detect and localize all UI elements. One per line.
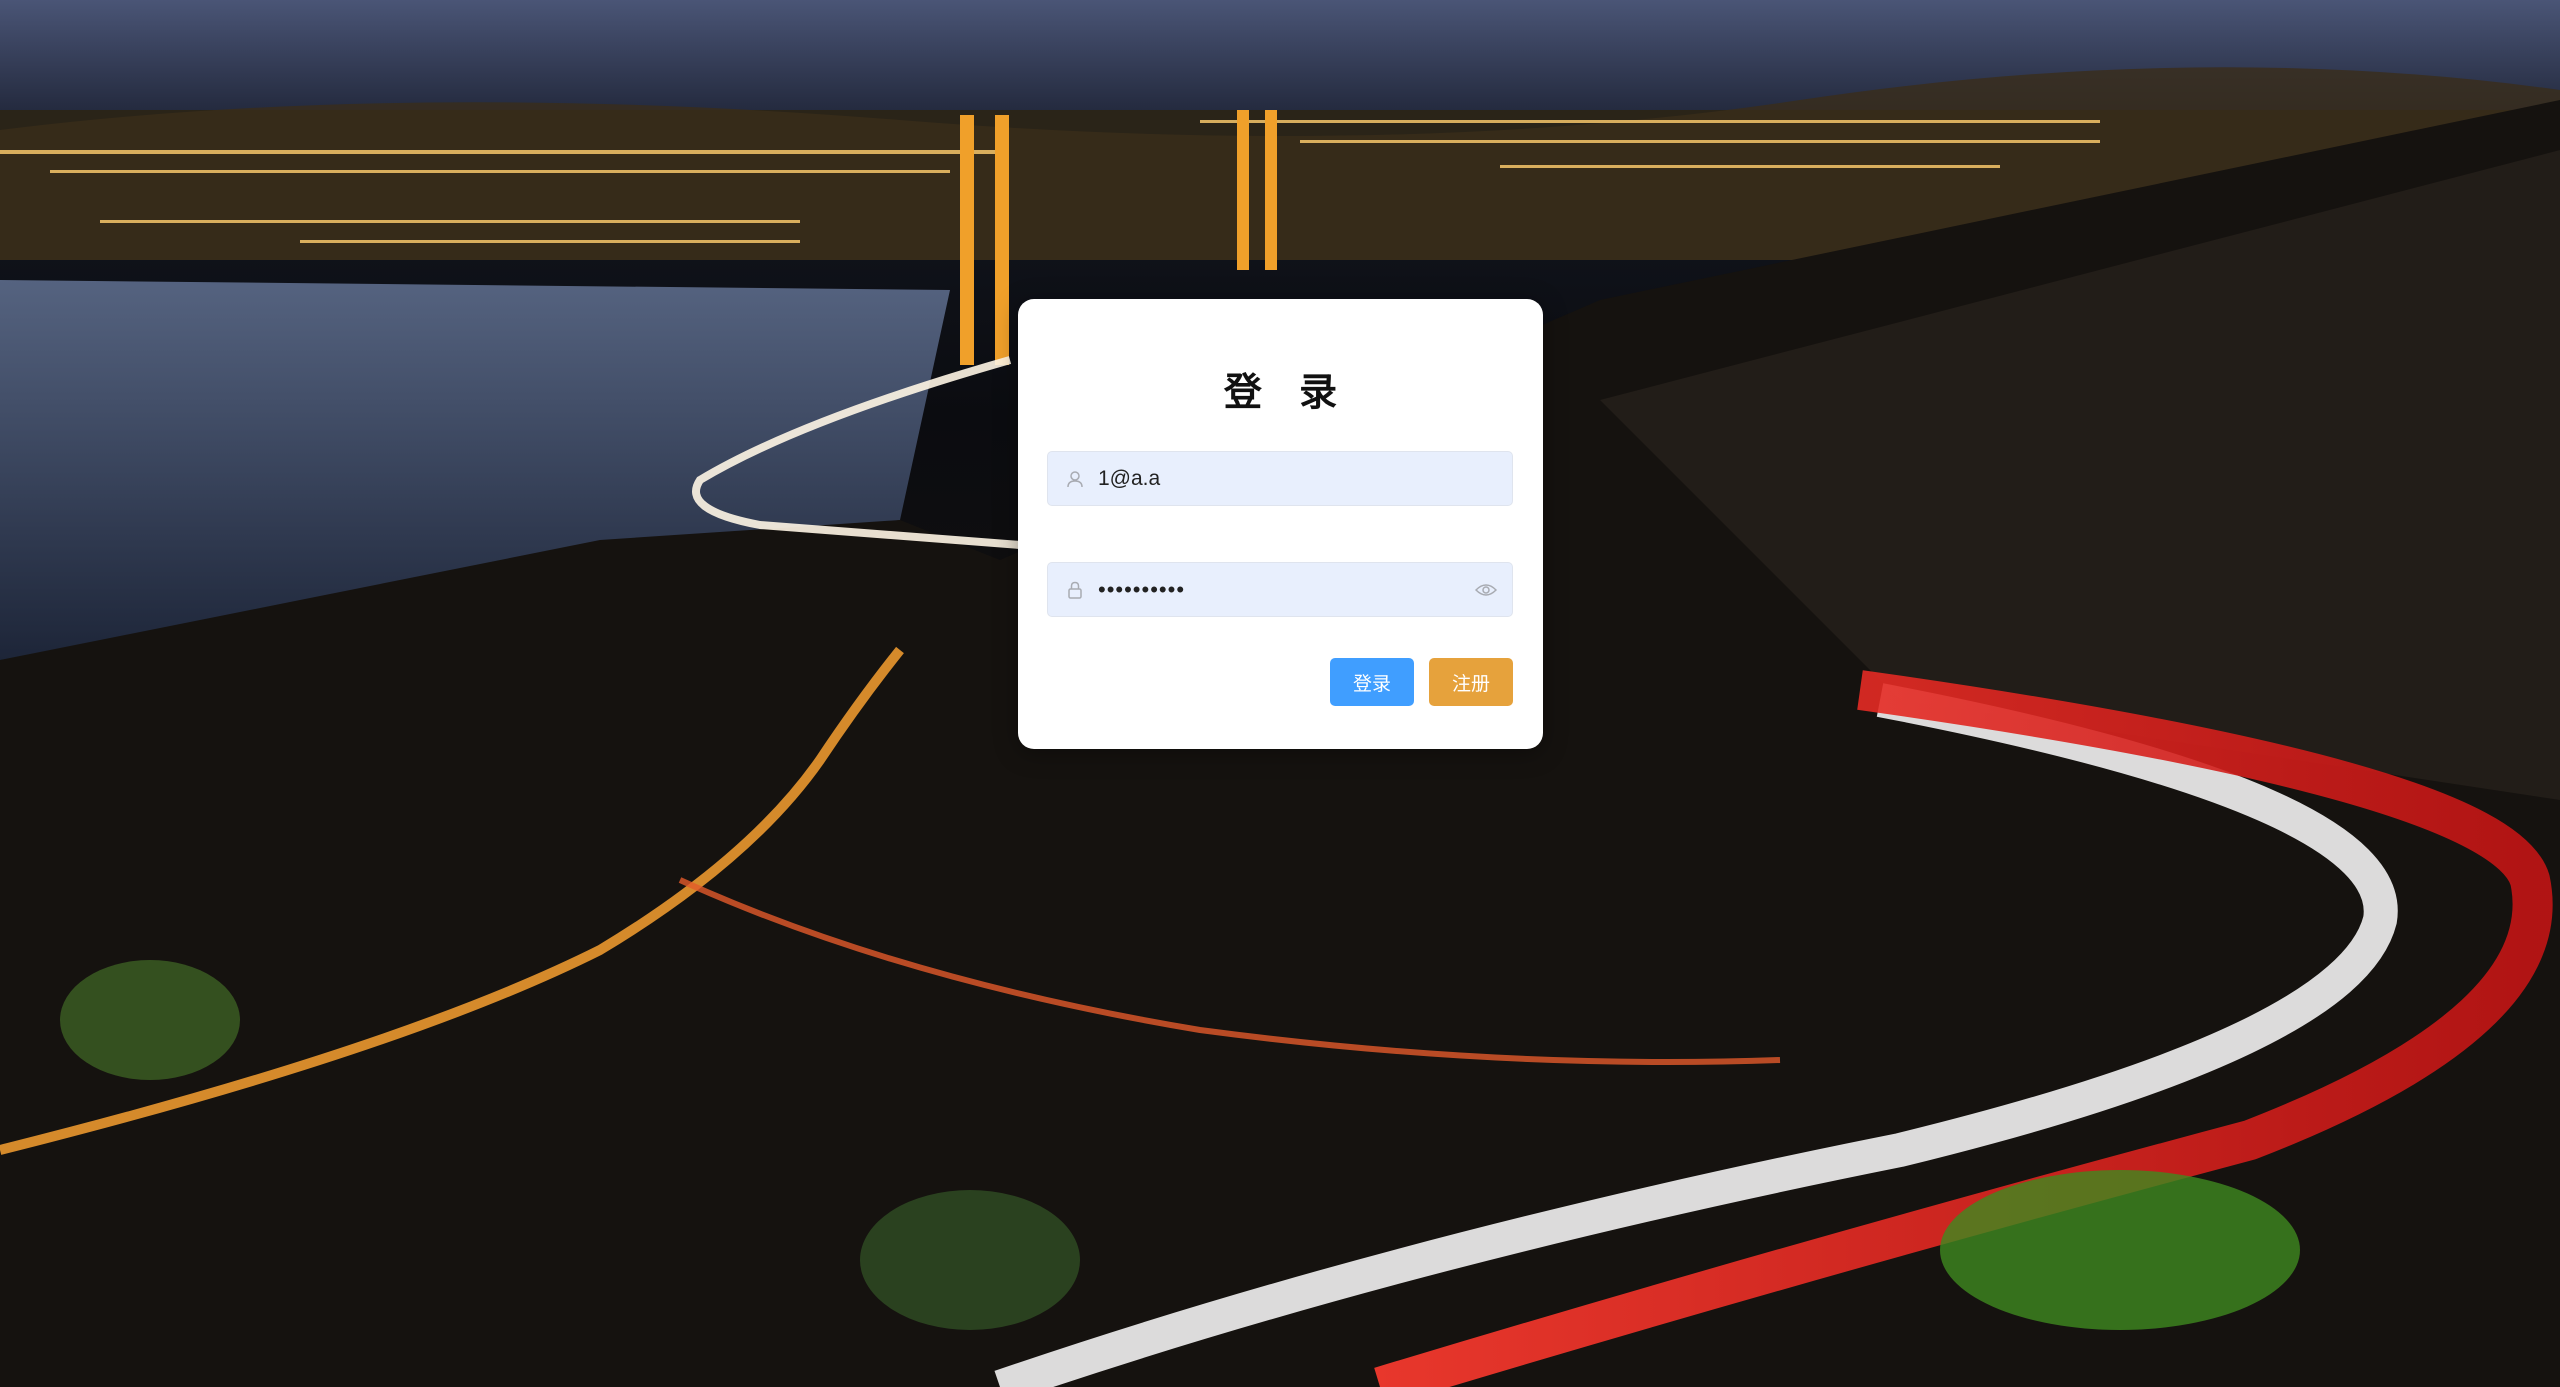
login-title: 登 录 <box>1223 370 1350 414</box>
login-card: 登 录 1@a.a •••••••••• 登录 注册 <box>1018 299 1543 749</box>
user-icon <box>1064 468 1086 490</box>
login-button[interactable]: 登录 <box>1330 658 1414 706</box>
eye-icon[interactable] <box>1474 578 1498 602</box>
register-button[interactable]: 注册 <box>1429 658 1513 706</box>
username-field[interactable]: 1@a.a <box>1047 451 1513 506</box>
username-input[interactable]: 1@a.a <box>1098 467 1512 491</box>
password-input[interactable]: •••••••••• <box>1098 577 1474 603</box>
password-field[interactable]: •••••••••• <box>1047 562 1513 617</box>
lock-icon <box>1064 579 1086 601</box>
